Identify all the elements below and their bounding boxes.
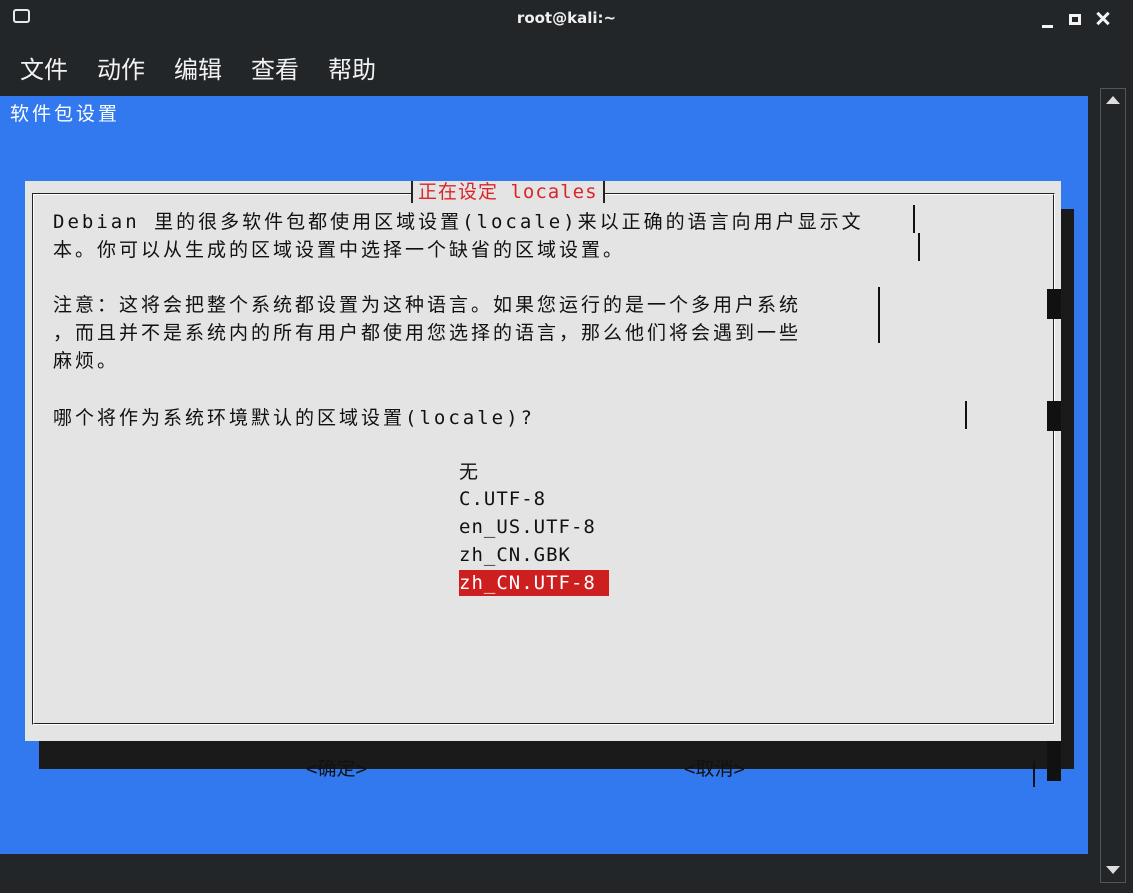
window-title: root@kali:~ bbox=[516, 9, 617, 27]
render-artifact bbox=[878, 287, 880, 315]
menu-bar: 文件 动作 编辑 查看 帮助 bbox=[0, 40, 1133, 96]
locale-option[interactable]: en_US.UTF-8 bbox=[459, 514, 596, 540]
dialog-border-inner bbox=[33, 194, 1054, 724]
render-artifact bbox=[1047, 401, 1061, 431]
render-artifact bbox=[918, 233, 920, 261]
render-artifact bbox=[1047, 741, 1061, 781]
menu-view[interactable]: 查看 bbox=[251, 50, 299, 85]
scroll-up-icon[interactable] bbox=[1100, 88, 1126, 114]
locale-dialog: 正在设定 locales Debian 里的很多软件包都使用区域设置(local… bbox=[25, 181, 1061, 787]
menu-help[interactable]: 帮助 bbox=[328, 50, 376, 85]
dialog-text-line: Debian 里的很多软件包都使用区域设置(locale)来以正确的语言向用户显… bbox=[53, 211, 864, 233]
menu-action[interactable]: 动作 bbox=[97, 50, 145, 85]
dialog-text-line: 注意：这将会把整个系统都设置为这种语言。如果您运行的是一个多用户系统 bbox=[53, 294, 802, 316]
backtitle: 软件包设置 bbox=[10, 103, 121, 125]
ok-button[interactable]: <确定> bbox=[306, 754, 367, 781]
render-artifact bbox=[878, 315, 880, 343]
locale-option[interactable]: C.UTF-8 bbox=[459, 486, 546, 512]
render-artifact bbox=[1047, 289, 1061, 319]
menu-file[interactable]: 文件 bbox=[20, 50, 68, 85]
terminal-background: 软件包设置 正在设定 locales Debian 里的很多软件包都使用区域设置… bbox=[0, 96, 1088, 854]
dialog-question: 哪个将作为系统环境默认的区域设置(locale)? bbox=[53, 407, 535, 429]
cancel-button[interactable]: <取消> bbox=[684, 754, 745, 781]
menu-edit[interactable]: 编辑 bbox=[174, 50, 222, 85]
dialog-text-line: 麻烦。 bbox=[53, 350, 120, 372]
dialog-text-line: ，而且并不是系统内的所有用户都使用您选择的语言，那么他们将会遇到一些 bbox=[53, 322, 802, 344]
locale-option[interactable]: zh_CN.GBK bbox=[459, 542, 571, 568]
render-artifact bbox=[1033, 761, 1035, 787]
window-titlebar[interactable]: root@kali:~ bbox=[0, 0, 1133, 40]
render-artifact bbox=[965, 401, 967, 429]
close-icon[interactable] bbox=[1090, 6, 1116, 32]
locale-option-selected[interactable]: zh_CN.UTF-8 bbox=[459, 570, 609, 596]
dialog-title: 正在设定 locales bbox=[418, 181, 598, 203]
dialog-title-box: 正在设定 locales bbox=[411, 181, 605, 203]
scroll-down-icon[interactable] bbox=[1100, 857, 1126, 883]
render-artifact bbox=[913, 205, 915, 233]
maximize-icon[interactable] bbox=[1063, 6, 1089, 32]
minimize-icon[interactable] bbox=[1035, 6, 1061, 32]
terminal-area[interactable]: 软件包设置 正在设定 locales Debian 里的很多软件包都使用区域设置… bbox=[0, 96, 1094, 893]
dialog-text-line: 本。你可以从生成的区域设置中选择一个缺省的区域设置。 bbox=[53, 239, 626, 261]
locale-option[interactable]: 无 bbox=[459, 459, 479, 485]
scrollbar-track[interactable] bbox=[1100, 88, 1126, 883]
scrollbar[interactable] bbox=[1094, 88, 1133, 893]
